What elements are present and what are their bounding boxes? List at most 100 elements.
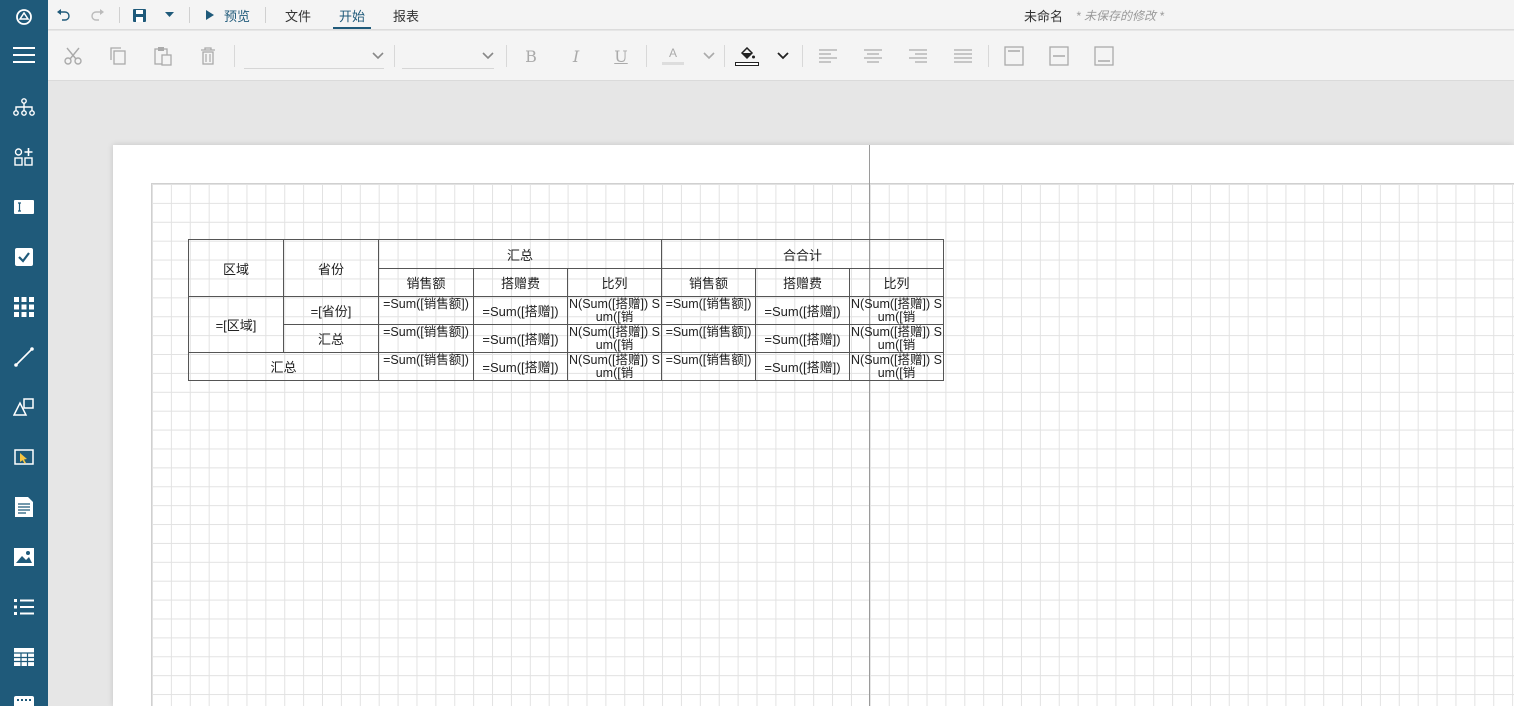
data-cell[interactable]: =Sum([搭赠]) (473, 296, 568, 325)
italic-button[interactable]: I (563, 43, 589, 69)
toolbar-separator (394, 45, 395, 67)
textbox-icon[interactable] (0, 187, 48, 227)
header-region-cell[interactable]: 区域 (188, 239, 284, 297)
valign-top-icon[interactable] (1001, 43, 1027, 69)
unsaved-changes-note: * 未保存的修改 * (1076, 8, 1165, 23)
paste-icon[interactable] (150, 43, 176, 69)
bold-button[interactable]: B (518, 43, 544, 69)
header-cell[interactable]: 销售额 (378, 268, 474, 297)
align-left-icon[interactable] (815, 43, 841, 69)
align-justify-icon[interactable] (950, 43, 976, 69)
font-color-label: A (668, 46, 677, 60)
data-cell[interactable]: =Sum([销售额]) (378, 352, 474, 381)
header-cell[interactable]: 搭赠费 (473, 268, 568, 297)
formatting-toolbar: B I U A (48, 31, 1514, 81)
toolbar-separator (802, 45, 803, 67)
chevron-down-icon[interactable] (696, 43, 722, 69)
data-cell[interactable]: =Sum([销售额]) (378, 296, 474, 325)
table-grid-icon[interactable] (0, 287, 48, 327)
fill-color-swatch (735, 61, 759, 66)
preview-label: 预览 (224, 8, 251, 24)
font-family-select[interactable] (244, 43, 384, 69)
chevron-down-icon (372, 47, 384, 65)
data-cell[interactable]: N(Sum([搭赠]) Sum([销 (567, 324, 662, 353)
header-group-total-cell[interactable]: 汇总 (378, 239, 662, 269)
data-cell[interactable]: N(Sum([搭赠]) Sum([销 (567, 352, 662, 381)
select-icon[interactable] (0, 437, 48, 477)
font-size-select[interactable] (402, 43, 494, 69)
save-dropdown-chevron-icon[interactable] (165, 0, 174, 30)
paint-bucket-icon (740, 46, 755, 59)
report-table[interactable]: 区域 省份 汇总 合合计 销售额 搭赠费 比列 销售额 搭赠费 比列 =[区域]… (188, 239, 944, 381)
table-icon[interactable] (0, 637, 48, 677)
valign-middle-icon[interactable] (1046, 43, 1072, 69)
data-cell[interactable]: =Sum([搭赠]) (473, 352, 568, 381)
toolbar-separator (988, 45, 989, 67)
align-center-icon[interactable] (860, 43, 886, 69)
menu-icon[interactable] (0, 35, 48, 75)
save-icon[interactable] (133, 0, 146, 30)
header-cell[interactable]: 比列 (849, 268, 944, 297)
font-color-button[interactable]: A (660, 43, 686, 69)
play-icon (206, 10, 214, 20)
component-icon[interactable] (0, 137, 48, 177)
toolbar-separator (506, 45, 507, 67)
delete-icon[interactable] (195, 43, 221, 69)
copy-icon[interactable] (105, 43, 131, 69)
data-cell[interactable]: N(Sum([搭赠]) Sum([销 (849, 324, 944, 353)
menu-home[interactable]: 开始 (339, 0, 365, 30)
header-cell[interactable]: 搭赠费 (755, 268, 850, 297)
header-province-cell[interactable]: 省份 (283, 239, 379, 297)
grand-total-label-cell[interactable]: 汇总 (188, 352, 379, 381)
header-group-grand-total-cell[interactable]: 合合计 (661, 239, 944, 269)
report-page[interactable]: 区域 省份 汇总 合合计 销售额 搭赠费 比列 销售额 搭赠费 比列 =[区域]… (113, 145, 1514, 706)
logo-icon[interactable] (0, 0, 48, 34)
menu-separator (265, 7, 266, 23)
valign-bottom-icon[interactable] (1091, 43, 1117, 69)
chevron-down-icon[interactable] (770, 43, 796, 69)
data-cell[interactable]: =Sum([搭赠]) (755, 352, 850, 381)
chevron-down-icon (482, 47, 494, 65)
font-color-swatch (662, 62, 684, 65)
data-cell[interactable]: N(Sum([搭赠]) Sum([销 (849, 296, 944, 325)
province-subtotal-cell[interactable]: 汇总 (283, 324, 379, 353)
header-cell[interactable]: 比列 (567, 268, 662, 297)
data-cell[interactable]: =Sum([销售额]) (661, 324, 756, 353)
header-cell[interactable]: 销售额 (661, 268, 756, 297)
data-cell[interactable]: =Sum([销售额]) (378, 324, 474, 353)
hierarchy-icon[interactable] (0, 87, 48, 127)
data-cell[interactable]: =Sum([销售额]) (661, 296, 756, 325)
line-icon[interactable] (0, 337, 48, 377)
underline-button[interactable]: U (608, 43, 634, 69)
left-sidebar (0, 0, 48, 706)
checkbox-icon[interactable] (0, 237, 48, 277)
menu-separator (119, 7, 120, 23)
design-canvas[interactable]: 区域 省份 汇总 合合计 销售额 搭赠费 比列 销售额 搭赠费 比列 =[区域]… (48, 81, 1514, 706)
align-right-icon[interactable] (905, 43, 931, 69)
list-icon[interactable] (0, 587, 48, 627)
page-break-line (869, 145, 870, 706)
data-cell[interactable]: =Sum([搭赠]) (755, 324, 850, 353)
redo-icon[interactable] (91, 0, 105, 30)
province-field-cell[interactable]: =[省份] (283, 296, 379, 325)
data-cell[interactable]: N(Sum([搭赠]) Sum([销 (849, 352, 944, 381)
active-tab-indicator (333, 27, 371, 29)
data-cell[interactable]: =Sum([销售额]) (661, 352, 756, 381)
cut-icon[interactable] (60, 43, 86, 69)
data-cell[interactable]: N(Sum([搭赠]) Sum([销 (567, 296, 662, 325)
undo-icon[interactable] (56, 0, 70, 30)
region-field-cell[interactable]: =[区域] (188, 296, 284, 353)
fill-color-button[interactable] (734, 43, 760, 69)
keyboard-icon[interactable] (0, 686, 48, 706)
toolbar-separator (724, 45, 725, 67)
shapes-icon[interactable] (0, 387, 48, 427)
menu-file[interactable]: 文件 (285, 0, 311, 30)
toolbar-separator (646, 45, 647, 67)
menu-separator (189, 7, 190, 23)
preview-button[interactable]: 预览 (206, 0, 250, 30)
image-icon[interactable] (0, 537, 48, 577)
menu-report[interactable]: 报表 (393, 0, 419, 30)
data-cell[interactable]: =Sum([搭赠]) (755, 296, 850, 325)
document-icon[interactable] (0, 487, 48, 527)
data-cell[interactable]: =Sum([搭赠]) (473, 324, 568, 353)
